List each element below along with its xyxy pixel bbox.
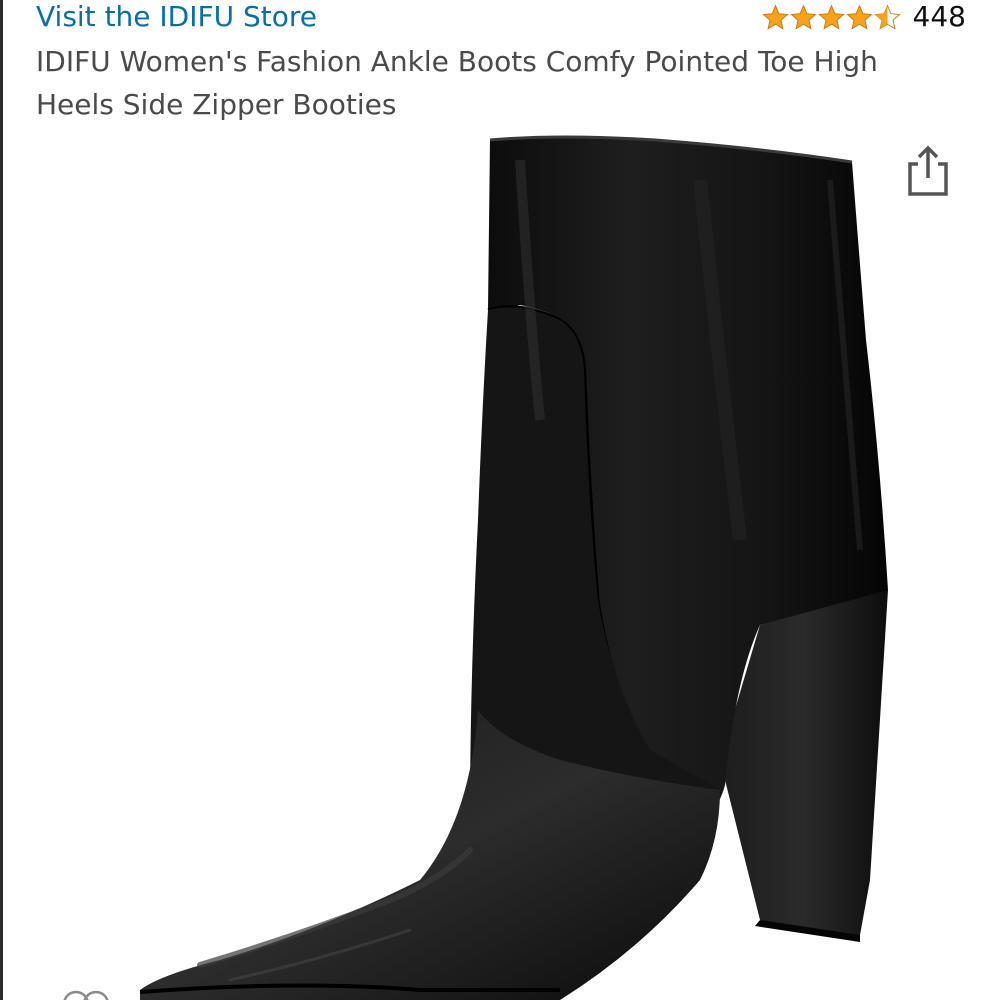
rating-summary[interactable]: 448 (761, 0, 966, 37)
star-icon (845, 4, 873, 30)
visit-store-link[interactable]: Visit the IDIFU Store (36, 0, 317, 37)
star-icon (789, 4, 817, 30)
star-icon (817, 4, 845, 30)
star-rating (761, 4, 901, 31)
boot-image (139, 135, 888, 1000)
rating-count[interactable]: 448 (913, 0, 966, 37)
star-icon (761, 4, 789, 30)
half-star-icon (873, 4, 901, 30)
product-page: Visit the IDIFU Store 448 IDIFU Women's … (0, 0, 1000, 1000)
product-title: IDIFU Women's Fashion Ankle Boots Comfy … (36, 45, 878, 121)
product-image[interactable] (0, 120, 1000, 1000)
compare-icon[interactable] (56, 984, 116, 1000)
